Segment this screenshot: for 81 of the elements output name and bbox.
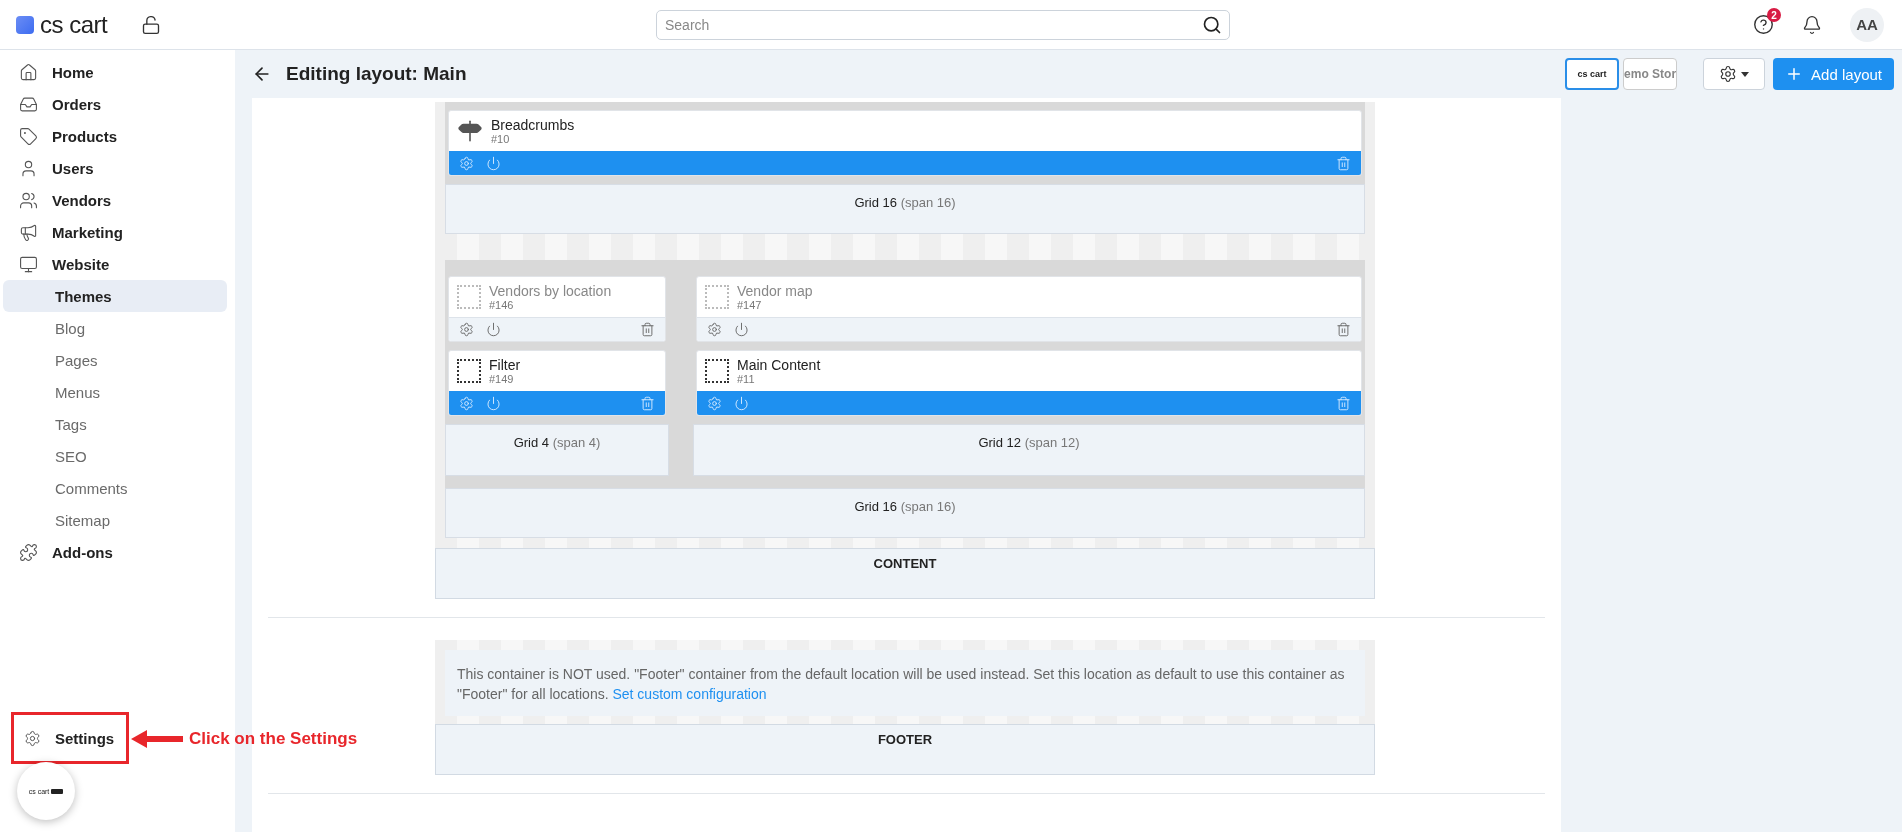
grid-label: Grid 12 (span 12) bbox=[693, 424, 1365, 476]
sidebar-subitem[interactable]: Menus bbox=[3, 376, 227, 408]
settings-icon[interactable] bbox=[707, 322, 722, 337]
logo-text: cs cart bbox=[40, 10, 108, 39]
layout-block[interactable]: Vendor map #147 bbox=[696, 276, 1362, 342]
nav-icon bbox=[19, 190, 38, 210]
store-thumbnail[interactable]: cs cart bbox=[1565, 58, 1620, 90]
container-notice: This container is NOT used. "Footer" container from the default location will be used instead. Set this location as default to use this container as "Footer" for all locations. Set custom configuration bbox=[445, 650, 1365, 716]
annotation-text: Click on the Settings bbox=[189, 729, 358, 749]
sidebar-subitem[interactable]: Blog bbox=[3, 312, 227, 344]
block-id: #11 bbox=[737, 373, 756, 385]
sidebar-subitem[interactable]: Sitemap bbox=[3, 504, 227, 536]
block-id: #147 bbox=[737, 299, 763, 311]
sidebar-item[interactable]: Products bbox=[3, 120, 227, 152]
power-icon[interactable] bbox=[486, 322, 501, 337]
container-label: CONTENT bbox=[435, 548, 1375, 599]
trash-icon[interactable] bbox=[1336, 156, 1351, 171]
block-id: #149 bbox=[489, 373, 515, 385]
grid-label: Grid 16 (span 16) bbox=[445, 488, 1365, 538]
nav-icon bbox=[19, 62, 38, 82]
bell-icon[interactable] bbox=[1802, 14, 1822, 35]
sidebar-item[interactable]: Settings bbox=[20, 722, 119, 754]
arrow-icon bbox=[131, 729, 183, 749]
block-placeholder-icon bbox=[457, 359, 481, 383]
block-id: #10 bbox=[491, 133, 511, 145]
block-placeholder-icon bbox=[705, 359, 729, 383]
page-title: Editing layout: Main bbox=[286, 63, 467, 85]
signpost-icon bbox=[457, 118, 483, 144]
notification-badge: 2 bbox=[1767, 8, 1781, 22]
sidebar-item[interactable]: Home bbox=[3, 56, 227, 88]
store-thumbnail[interactable]: emo Stor bbox=[1623, 58, 1678, 90]
block-name: Vendors by location bbox=[489, 283, 612, 299]
sidebar-subitem[interactable]: Pages bbox=[3, 344, 227, 376]
logo-icon bbox=[16, 15, 34, 34]
settings-dropdown-button[interactable] bbox=[1703, 58, 1766, 90]
demo-tag-icon bbox=[51, 788, 64, 794]
block-name: Breadcrumbs bbox=[491, 117, 575, 133]
settings-icon[interactable] bbox=[459, 322, 474, 337]
nav-icon bbox=[19, 126, 38, 146]
power-icon[interactable] bbox=[734, 322, 749, 337]
nav-icon bbox=[19, 158, 38, 178]
settings-icon bbox=[1719, 65, 1738, 83]
block-placeholder-icon bbox=[705, 285, 729, 309]
sidebar-subitem[interactable]: SEO bbox=[3, 440, 227, 472]
block-id: #146 bbox=[489, 299, 515, 311]
settings-icon bbox=[24, 729, 41, 747]
sidebar-item[interactable]: Users bbox=[3, 152, 227, 184]
power-icon[interactable] bbox=[486, 396, 501, 411]
layout-block[interactable]: Breadcrumbs #10 bbox=[448, 110, 1362, 176]
user-avatar[interactable]: AA bbox=[1850, 7, 1884, 42]
grid-label: Grid 16 (span 16) bbox=[445, 184, 1365, 234]
trash-icon[interactable] bbox=[1336, 322, 1351, 337]
search-field[interactable]: Search bbox=[656, 9, 1230, 40]
nav-icon bbox=[19, 222, 38, 242]
grid-label: Grid 4 (span 4) bbox=[445, 424, 669, 476]
layout-block[interactable]: Vendors by location #146 bbox=[448, 276, 666, 342]
layout-block[interactable]: Main Content #11 bbox=[696, 350, 1362, 416]
unlock-icon[interactable] bbox=[141, 14, 162, 35]
sidebar-subitem[interactable]: Themes bbox=[3, 280, 227, 312]
sidebar-subitem[interactable]: Comments bbox=[3, 472, 227, 504]
sidebar-item[interactable]: Add-ons bbox=[3, 536, 227, 568]
sidebar-item[interactable]: Vendors bbox=[3, 184, 227, 216]
sidebar-item[interactable]: Orders bbox=[3, 88, 227, 120]
sidebar-item[interactable]: Marketing bbox=[3, 216, 227, 248]
nav-icon bbox=[19, 254, 38, 274]
block-placeholder-icon bbox=[457, 285, 481, 309]
sidebar-subitem[interactable]: Tags bbox=[3, 408, 227, 440]
container-label: FOOTER bbox=[435, 724, 1375, 775]
power-icon[interactable] bbox=[486, 156, 501, 171]
layout-block[interactable]: Filter #149 bbox=[448, 350, 666, 416]
search-icon[interactable] bbox=[1202, 14, 1222, 35]
nav-icon bbox=[19, 542, 38, 562]
block-name: Filter bbox=[489, 357, 521, 373]
block-name: Vendor map bbox=[737, 283, 813, 299]
block-name: Main Content bbox=[737, 357, 821, 373]
caret-icon bbox=[1741, 71, 1750, 77]
power-icon[interactable] bbox=[734, 396, 749, 411]
trash-icon[interactable] bbox=[640, 322, 655, 337]
trash-icon[interactable] bbox=[1336, 396, 1351, 411]
trash-icon[interactable] bbox=[640, 396, 655, 411]
sidebar-item[interactable]: Website bbox=[3, 248, 227, 280]
